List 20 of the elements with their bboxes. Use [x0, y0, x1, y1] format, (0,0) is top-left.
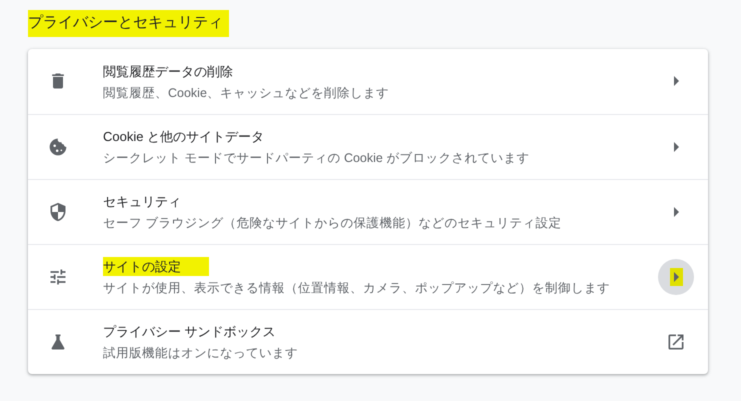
item-title: サイトの設定 — [103, 257, 209, 276]
caret-icon — [674, 142, 678, 152]
item-title: プライバシー サンドボックス — [103, 323, 276, 341]
shield-icon — [48, 202, 68, 222]
section-title: プライバシーとセキュリティ — [28, 10, 229, 36]
caret-icon — [674, 272, 678, 282]
item-description: セーフ ブラウジング（危険なサイトからの保護機能）などのセキュリティ設定 — [103, 215, 562, 232]
item-description: サイトが使用、表示できる情報（位置情報、カメラ、ポップアップなど）を制御します — [103, 280, 611, 297]
sliders-icon — [48, 266, 68, 286]
item-title: セキュリティ — [103, 193, 181, 211]
item-title: 閲覧履歴データの削除 — [103, 62, 233, 80]
cookie-icon — [48, 136, 68, 156]
item-title: Cookie と他のサイトデータ — [103, 128, 264, 146]
item-description: 試用版機能はオンになっています — [103, 345, 299, 362]
external-link-icon — [666, 332, 686, 352]
expand-button[interactable] — [658, 258, 694, 294]
item-description: 閲覧履歴、Cookie、キャッシュなどを削除します — [103, 84, 390, 102]
item-description: シークレット モードでサードパーティの Cookie がブロックされています — [103, 150, 530, 167]
caret-icon — [674, 76, 678, 86]
caret-icon — [674, 206, 678, 216]
